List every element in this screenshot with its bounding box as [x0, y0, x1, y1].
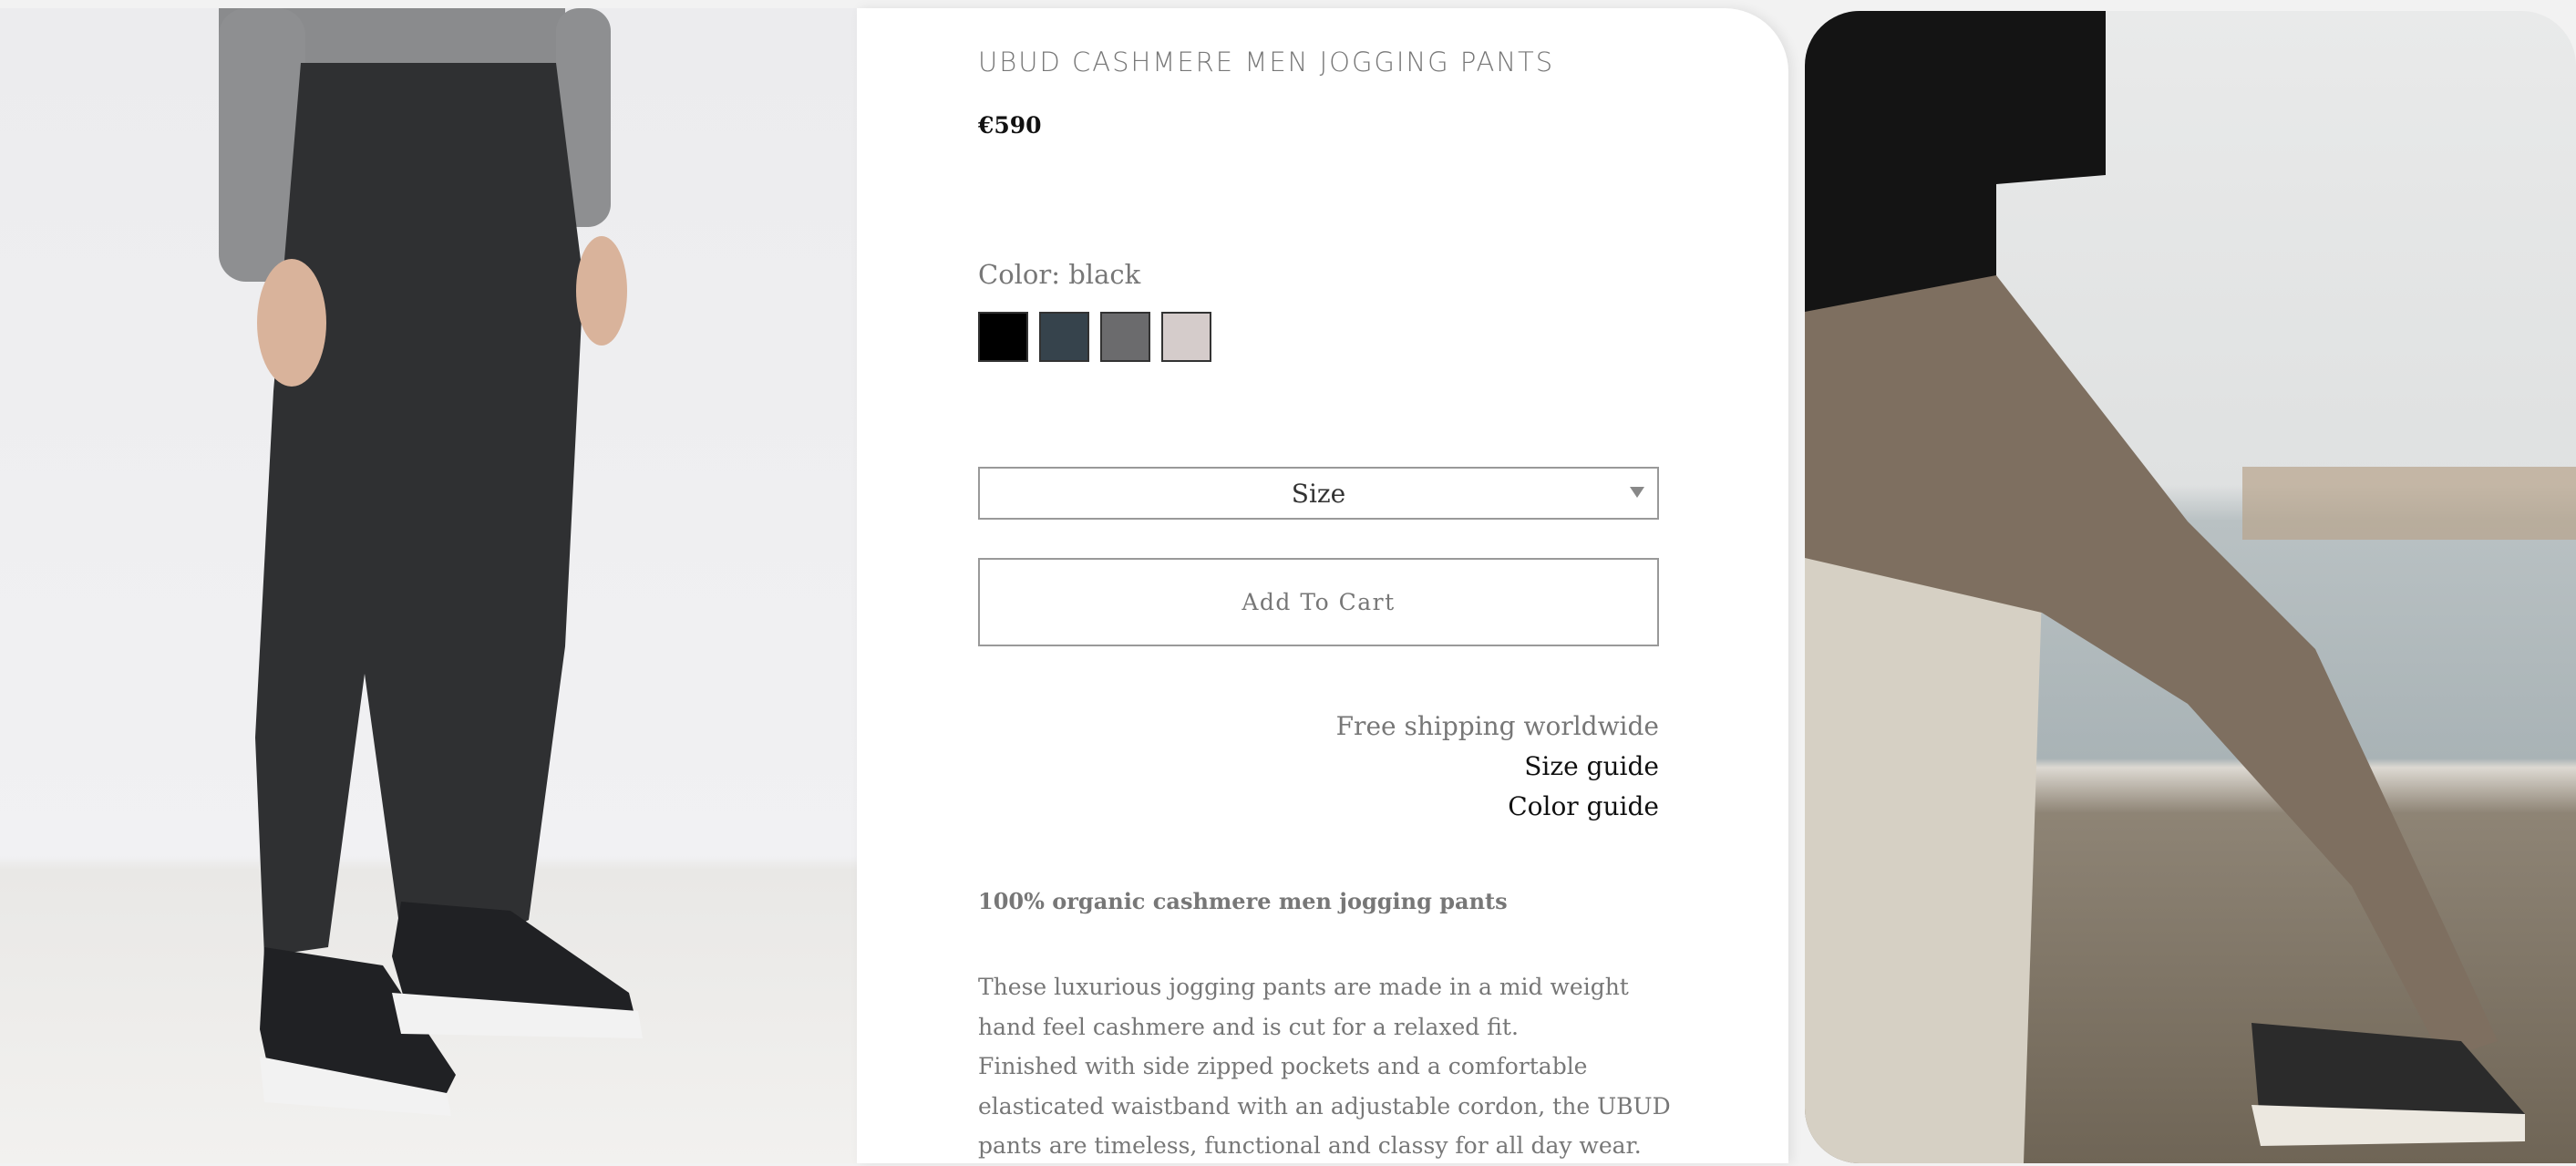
product-title: UBUD CASHMERE MEN JOGGING PANTS: [978, 46, 1555, 77]
description-line: pants are timeless, functional and class…: [978, 1132, 1642, 1159]
product-image-lifestyle[interactable]: [1805, 11, 2576, 1163]
size-guide-link[interactable]: Size guide: [1336, 747, 1659, 787]
description-heading: 100% organic cashmere men jogging pants: [978, 888, 1508, 914]
description-line: hand feel cashmere and is cut for a rela…: [978, 1013, 1519, 1040]
chevron-down-icon: [1630, 487, 1644, 498]
model-lifestyle-illustration: [1805, 11, 2576, 1163]
swatch-black[interactable]: [978, 312, 1028, 362]
swatch-light-pink[interactable]: [1161, 312, 1211, 362]
shipping-info: Free shipping worldwide: [1335, 711, 1659, 741]
description-line: These luxurious jogging pants are made i…: [978, 974, 1629, 1000]
swatch-grey[interactable]: [1100, 312, 1150, 362]
add-to-cart-button[interactable]: Add To Cart: [978, 558, 1659, 646]
color-guide-link[interactable]: Color guide: [1336, 787, 1659, 827]
size-select[interactable]: Size: [978, 467, 1659, 520]
model-front-illustration: [219, 8, 643, 1116]
product-details-panel: UBUD CASHMERE MEN JOGGING PANTS €590 Col…: [857, 8, 1788, 1163]
description-line: elasticated waistband with an adjustable…: [978, 1092, 1671, 1120]
product-price: €590: [978, 112, 1042, 139]
description-line: Finished with side zipped pockets and a …: [978, 1053, 1588, 1079]
size-select-label: Size: [1291, 478, 1346, 509]
color-swatches: [978, 312, 1211, 362]
color-label: Color: black: [978, 259, 1141, 290]
swatch-navy[interactable]: [1039, 312, 1089, 362]
product-image-front[interactable]: [0, 8, 857, 1163]
info-links: Free shipping worldwide Size guide Color…: [1336, 707, 1659, 827]
description-body: These luxurious jogging pants are made i…: [978, 967, 1671, 1166]
